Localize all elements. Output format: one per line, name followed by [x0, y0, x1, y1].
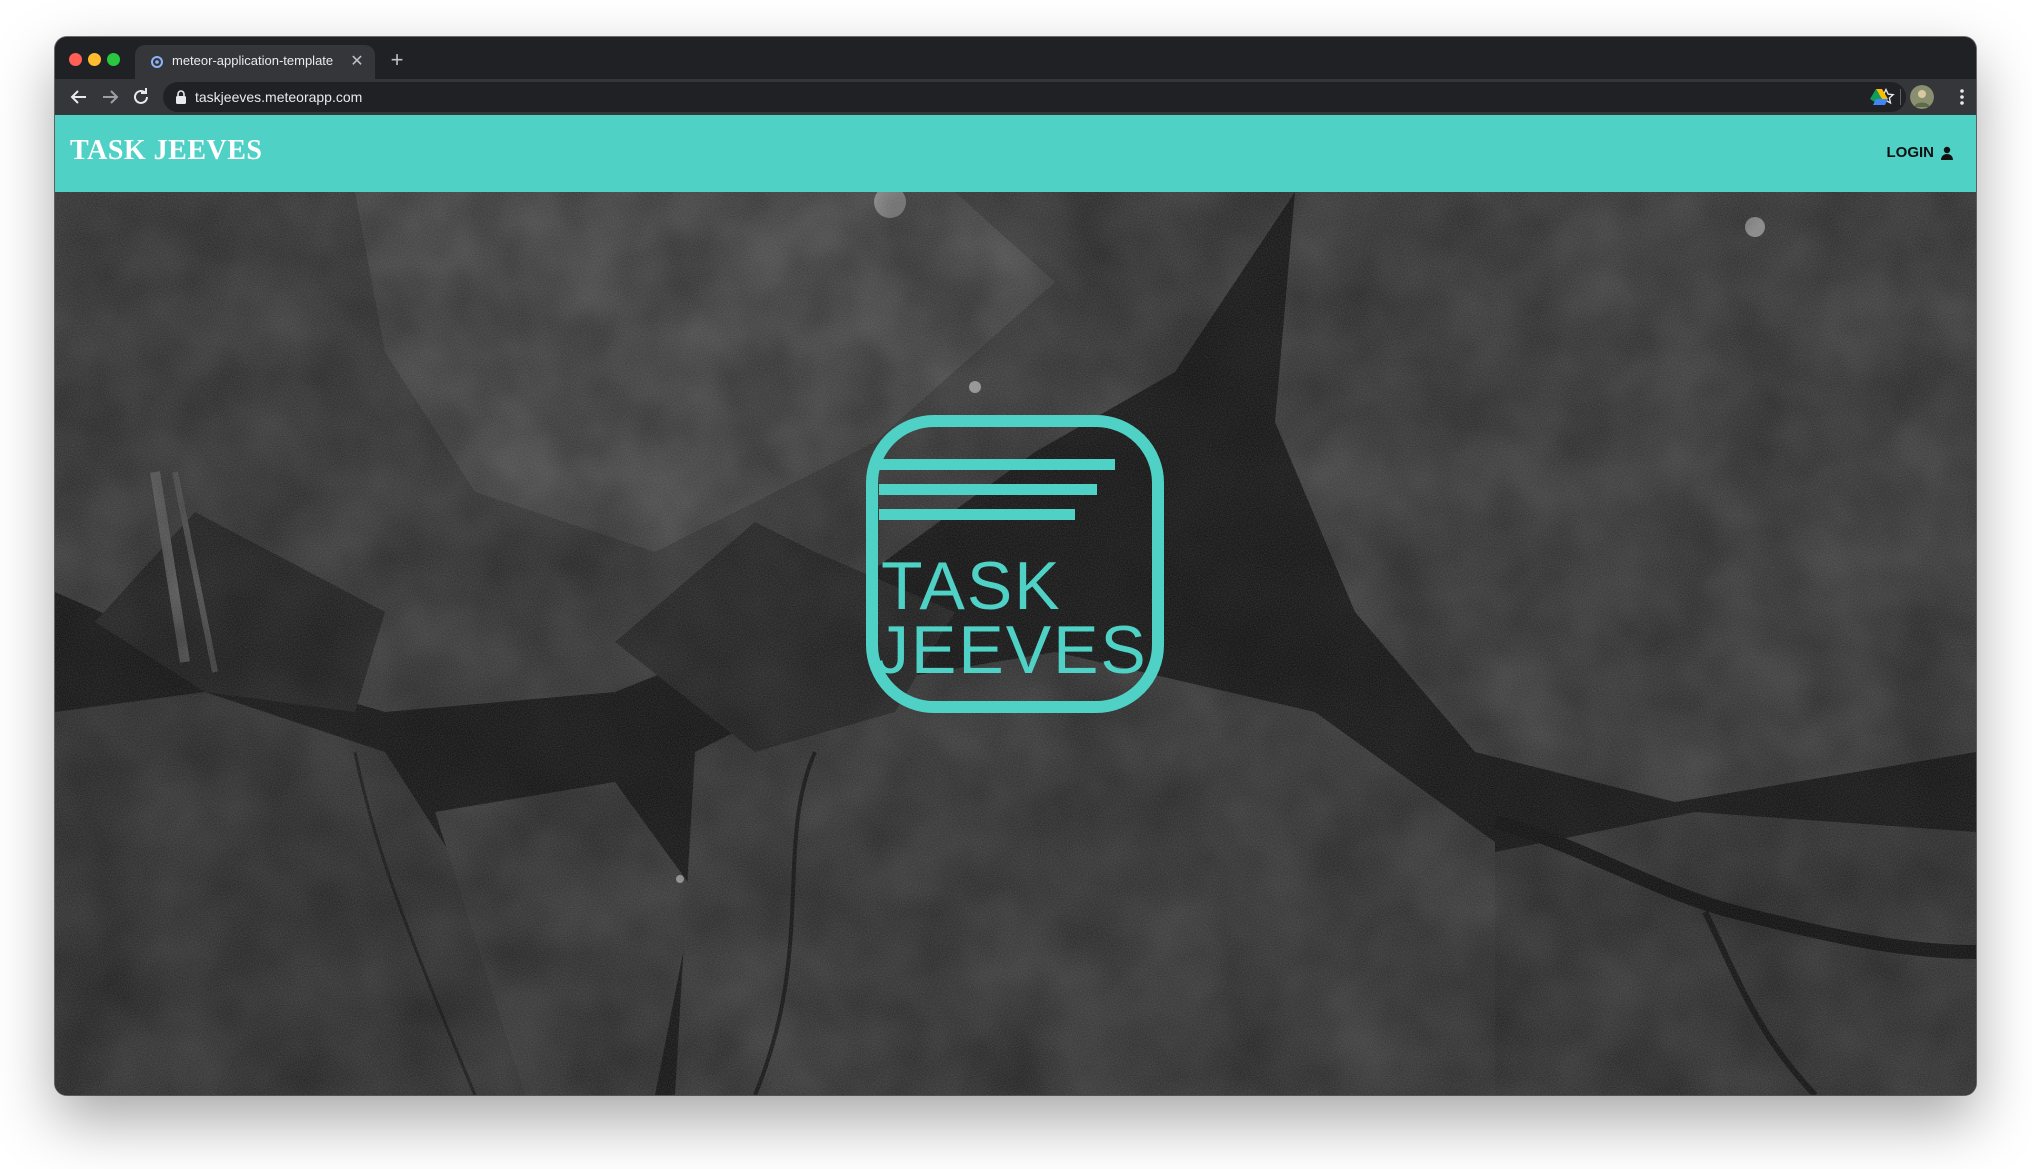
- forward-arrow-icon[interactable]: [98, 85, 122, 109]
- site-navbar: TASK JEEVES LOGIN: [55, 115, 1976, 192]
- login-label: LOGIN: [1886, 144, 1935, 161]
- browser-toolbar: taskjeeves.meteorapp.com: [55, 79, 1976, 115]
- close-icon[interactable]: ✕: [347, 52, 367, 72]
- task-jeeves-logo: TASK JEEVES: [865, 414, 1165, 714]
- plus-icon[interactable]: +: [385, 49, 409, 73]
- url-text: taskjeeves.meteorapp.com: [195, 89, 363, 105]
- favicon-icon: [151, 56, 163, 68]
- drive-icon[interactable]: [1869, 87, 1889, 107]
- address-bar[interactable]: taskjeeves.meteorapp.com: [163, 82, 1906, 112]
- page-viewport: TASK JEEVES LOGIN TASK JEEVES: [55, 115, 1976, 1095]
- browser-tab[interactable]: meteor-application-template ✕: [135, 45, 375, 79]
- tab-title: meteor-application-template: [172, 53, 334, 68]
- browser-window: meteor-application-template ✕ + taskjeev…: [55, 37, 1976, 1095]
- login-button[interactable]: LOGIN: [1887, 144, 1955, 161]
- user-icon: [1941, 146, 1953, 160]
- maximize-window-button[interactable]: [107, 53, 120, 66]
- site-brand[interactable]: TASK JEEVES: [70, 135, 263, 167]
- toolbar-separator: [1900, 89, 1901, 105]
- logo-line-task: TASK: [881, 548, 1062, 624]
- back-arrow-icon[interactable]: [67, 85, 91, 109]
- lock-icon: [176, 90, 186, 104]
- reload-icon[interactable]: [129, 85, 153, 109]
- avatar[interactable]: [1910, 85, 1934, 109]
- tab-strip: meteor-application-template ✕ +: [55, 37, 1976, 79]
- close-window-button[interactable]: [69, 53, 82, 66]
- minimize-window-button[interactable]: [88, 53, 101, 66]
- hero-section: TASK JEEVES: [55, 192, 1976, 1095]
- kebab-menu-icon[interactable]: [1952, 87, 1972, 107]
- logo-line-jeeves: JEEVES: [875, 612, 1148, 688]
